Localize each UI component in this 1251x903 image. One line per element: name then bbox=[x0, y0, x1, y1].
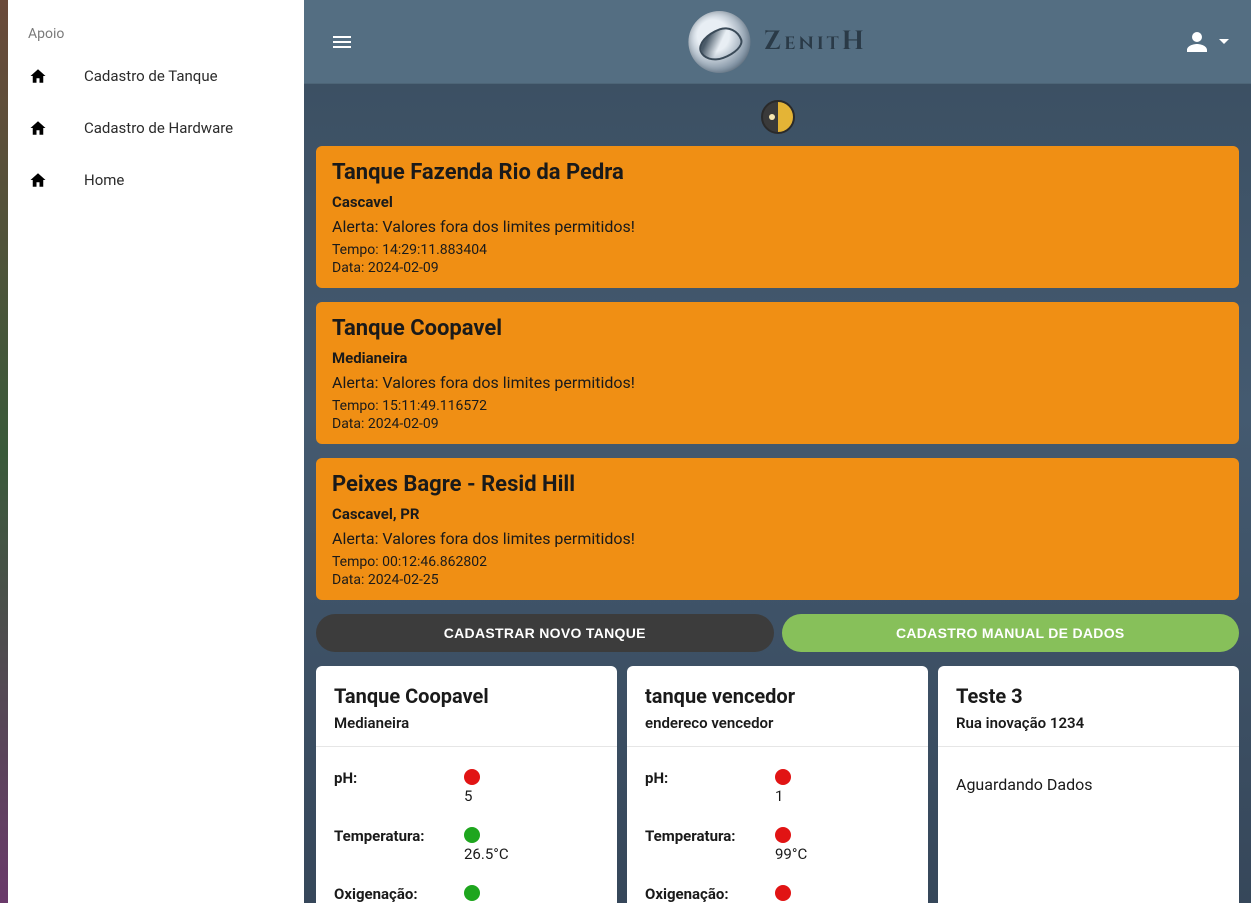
alert-time: Tempo: 15:11:49.116572 bbox=[332, 398, 1223, 414]
tank-grid: Tanque Coopavel Medianeira pH: 5 Tempera… bbox=[316, 666, 1239, 903]
metric-value: 26.5°C bbox=[464, 827, 509, 863]
metric-label: pH: bbox=[334, 769, 464, 787]
alert-title: Peixes Bagre - Resid Hill bbox=[332, 472, 1223, 497]
metric-row-oxigenacao: Oxigenação: 89% bbox=[334, 885, 599, 903]
tank-card-body: Aguardando Dados bbox=[938, 747, 1239, 818]
sidebar-item-home[interactable]: Home bbox=[8, 154, 304, 206]
alert-date: Data: 2024-02-09 bbox=[332, 260, 1223, 276]
alert-location: Cascavel, PR bbox=[332, 505, 1223, 523]
sidebar-item-label: Home bbox=[84, 171, 124, 189]
tank-title: Teste 3 bbox=[956, 684, 1221, 708]
user-menu-button[interactable] bbox=[1177, 24, 1237, 60]
metric-value: 89% bbox=[464, 885, 492, 903]
alert-time: Tempo: 00:12:46.862802 bbox=[332, 554, 1223, 570]
status-dot-icon bbox=[775, 885, 791, 901]
metric-label: Oxigenação: bbox=[334, 885, 464, 903]
hamburger-menu-button[interactable] bbox=[318, 18, 366, 66]
tank-card[interactable]: tanque vencedor endereco vencedor pH: 1 … bbox=[627, 666, 928, 903]
tank-card[interactable]: Teste 3 Rua inovação 1234 Aguardando Dad… bbox=[938, 666, 1239, 903]
tank-subtitle: Rua inovação 1234 bbox=[956, 714, 1221, 732]
metric-value: 1 bbox=[775, 769, 791, 805]
tank-title: Tanque Coopavel bbox=[334, 684, 599, 708]
metric-label: Temperatura: bbox=[334, 827, 464, 845]
metric-value: 5 bbox=[464, 769, 480, 805]
metric-row-temperatura: Temperatura: 99°C bbox=[645, 827, 910, 863]
status-dot-icon bbox=[464, 827, 480, 843]
menu-icon bbox=[330, 30, 354, 54]
brand-name: ZenitH bbox=[764, 24, 867, 59]
metric-value: 99°C bbox=[775, 827, 807, 863]
alert-message: Alerta: Valores fora dos limites permiti… bbox=[332, 373, 1223, 392]
home-icon bbox=[28, 168, 56, 192]
alert-location: Cascavel bbox=[332, 193, 1223, 211]
home-icon bbox=[28, 64, 56, 88]
sidebar-item-cadastro-tanque[interactable]: Cadastro de Tanque bbox=[8, 50, 304, 102]
sidebar-section-header: Apoio bbox=[8, 18, 304, 50]
metric-label: pH: bbox=[645, 769, 775, 787]
alert-time: Tempo: 14:29:11.883404 bbox=[332, 242, 1223, 258]
topbar: ZenitH bbox=[304, 0, 1251, 84]
sidebar-item-label: Cadastro de Hardware bbox=[84, 119, 233, 137]
new-tank-button[interactable]: CADASTRAR NOVO TANQUE bbox=[316, 614, 774, 652]
metric-row-ph: pH: 1 bbox=[645, 769, 910, 805]
tank-card[interactable]: Tanque Coopavel Medianeira pH: 5 Tempera… bbox=[316, 666, 617, 903]
brand-logo-icon bbox=[688, 11, 750, 73]
alert-message: Alerta: Valores fora dos limites permiti… bbox=[332, 529, 1223, 548]
metric-label: Temperatura: bbox=[645, 827, 775, 845]
theme-toggle-button[interactable] bbox=[761, 100, 795, 134]
sidebar: Apoio Cadastro de Tanque Cadastro de Har… bbox=[8, 0, 304, 903]
alert-location: Medianeira bbox=[332, 349, 1223, 367]
sidebar-item-label: Cadastro de Tanque bbox=[84, 67, 218, 85]
metric-row-ph: pH: 5 bbox=[334, 769, 599, 805]
alert-title: Tanque Coopavel bbox=[332, 316, 1223, 341]
chevron-down-icon bbox=[1219, 39, 1229, 44]
tank-card-body: pH: 5 Temperatura: 26.5°C bbox=[316, 747, 617, 903]
metric-value: 10% bbox=[775, 885, 803, 903]
home-icon bbox=[28, 116, 56, 140]
content-area: ZenitH Tanque Fazenda Rio da Pedra Casca… bbox=[304, 0, 1251, 903]
status-dot-icon bbox=[464, 885, 480, 901]
tank-card-header: tanque vencedor endereco vencedor bbox=[627, 666, 928, 747]
brand: ZenitH bbox=[688, 11, 867, 73]
tank-card-body: pH: 1 Temperatura: 99°C bbox=[627, 747, 928, 903]
alert-card[interactable]: Peixes Bagre - Resid Hill Cascavel, PR A… bbox=[316, 458, 1239, 600]
tank-title: tanque vencedor bbox=[645, 684, 910, 708]
metric-label: Oxigenação: bbox=[645, 885, 775, 903]
alert-date: Data: 2024-02-09 bbox=[332, 416, 1223, 432]
metric-row-temperatura: Temperatura: 26.5°C bbox=[334, 827, 599, 863]
alert-message: Alerta: Valores fora dos limites permiti… bbox=[332, 217, 1223, 236]
alert-card[interactable]: Tanque Coopavel Medianeira Alerta: Valor… bbox=[316, 302, 1239, 444]
waiting-data-text: Aguardando Dados bbox=[956, 769, 1221, 800]
action-button-row: CADASTRAR NOVO TANQUE CADASTRO MANUAL DE… bbox=[316, 614, 1239, 652]
alert-title: Tanque Fazenda Rio da Pedra bbox=[332, 160, 1223, 185]
tank-subtitle: Medianeira bbox=[334, 714, 599, 732]
os-activity-strip bbox=[0, 0, 8, 903]
main-scroll-area[interactable]: Tanque Fazenda Rio da Pedra Cascavel Ale… bbox=[304, 84, 1251, 903]
tank-card-header: Teste 3 Rua inovação 1234 bbox=[938, 666, 1239, 747]
person-icon bbox=[1185, 30, 1209, 54]
sidebar-item-cadastro-hardware[interactable]: Cadastro de Hardware bbox=[8, 102, 304, 154]
alert-date: Data: 2024-02-25 bbox=[332, 572, 1223, 588]
theme-toggle-row bbox=[316, 94, 1239, 146]
status-dot-icon bbox=[464, 769, 480, 785]
alert-card[interactable]: Tanque Fazenda Rio da Pedra Cascavel Ale… bbox=[316, 146, 1239, 288]
status-dot-icon bbox=[775, 769, 791, 785]
status-dot-icon bbox=[775, 827, 791, 843]
manual-data-button[interactable]: CADASTRO MANUAL DE DADOS bbox=[782, 614, 1240, 652]
tank-subtitle: endereco vencedor bbox=[645, 714, 910, 732]
tank-card-header: Tanque Coopavel Medianeira bbox=[316, 666, 617, 747]
metric-row-oxigenacao: Oxigenação: 10% bbox=[645, 885, 910, 903]
